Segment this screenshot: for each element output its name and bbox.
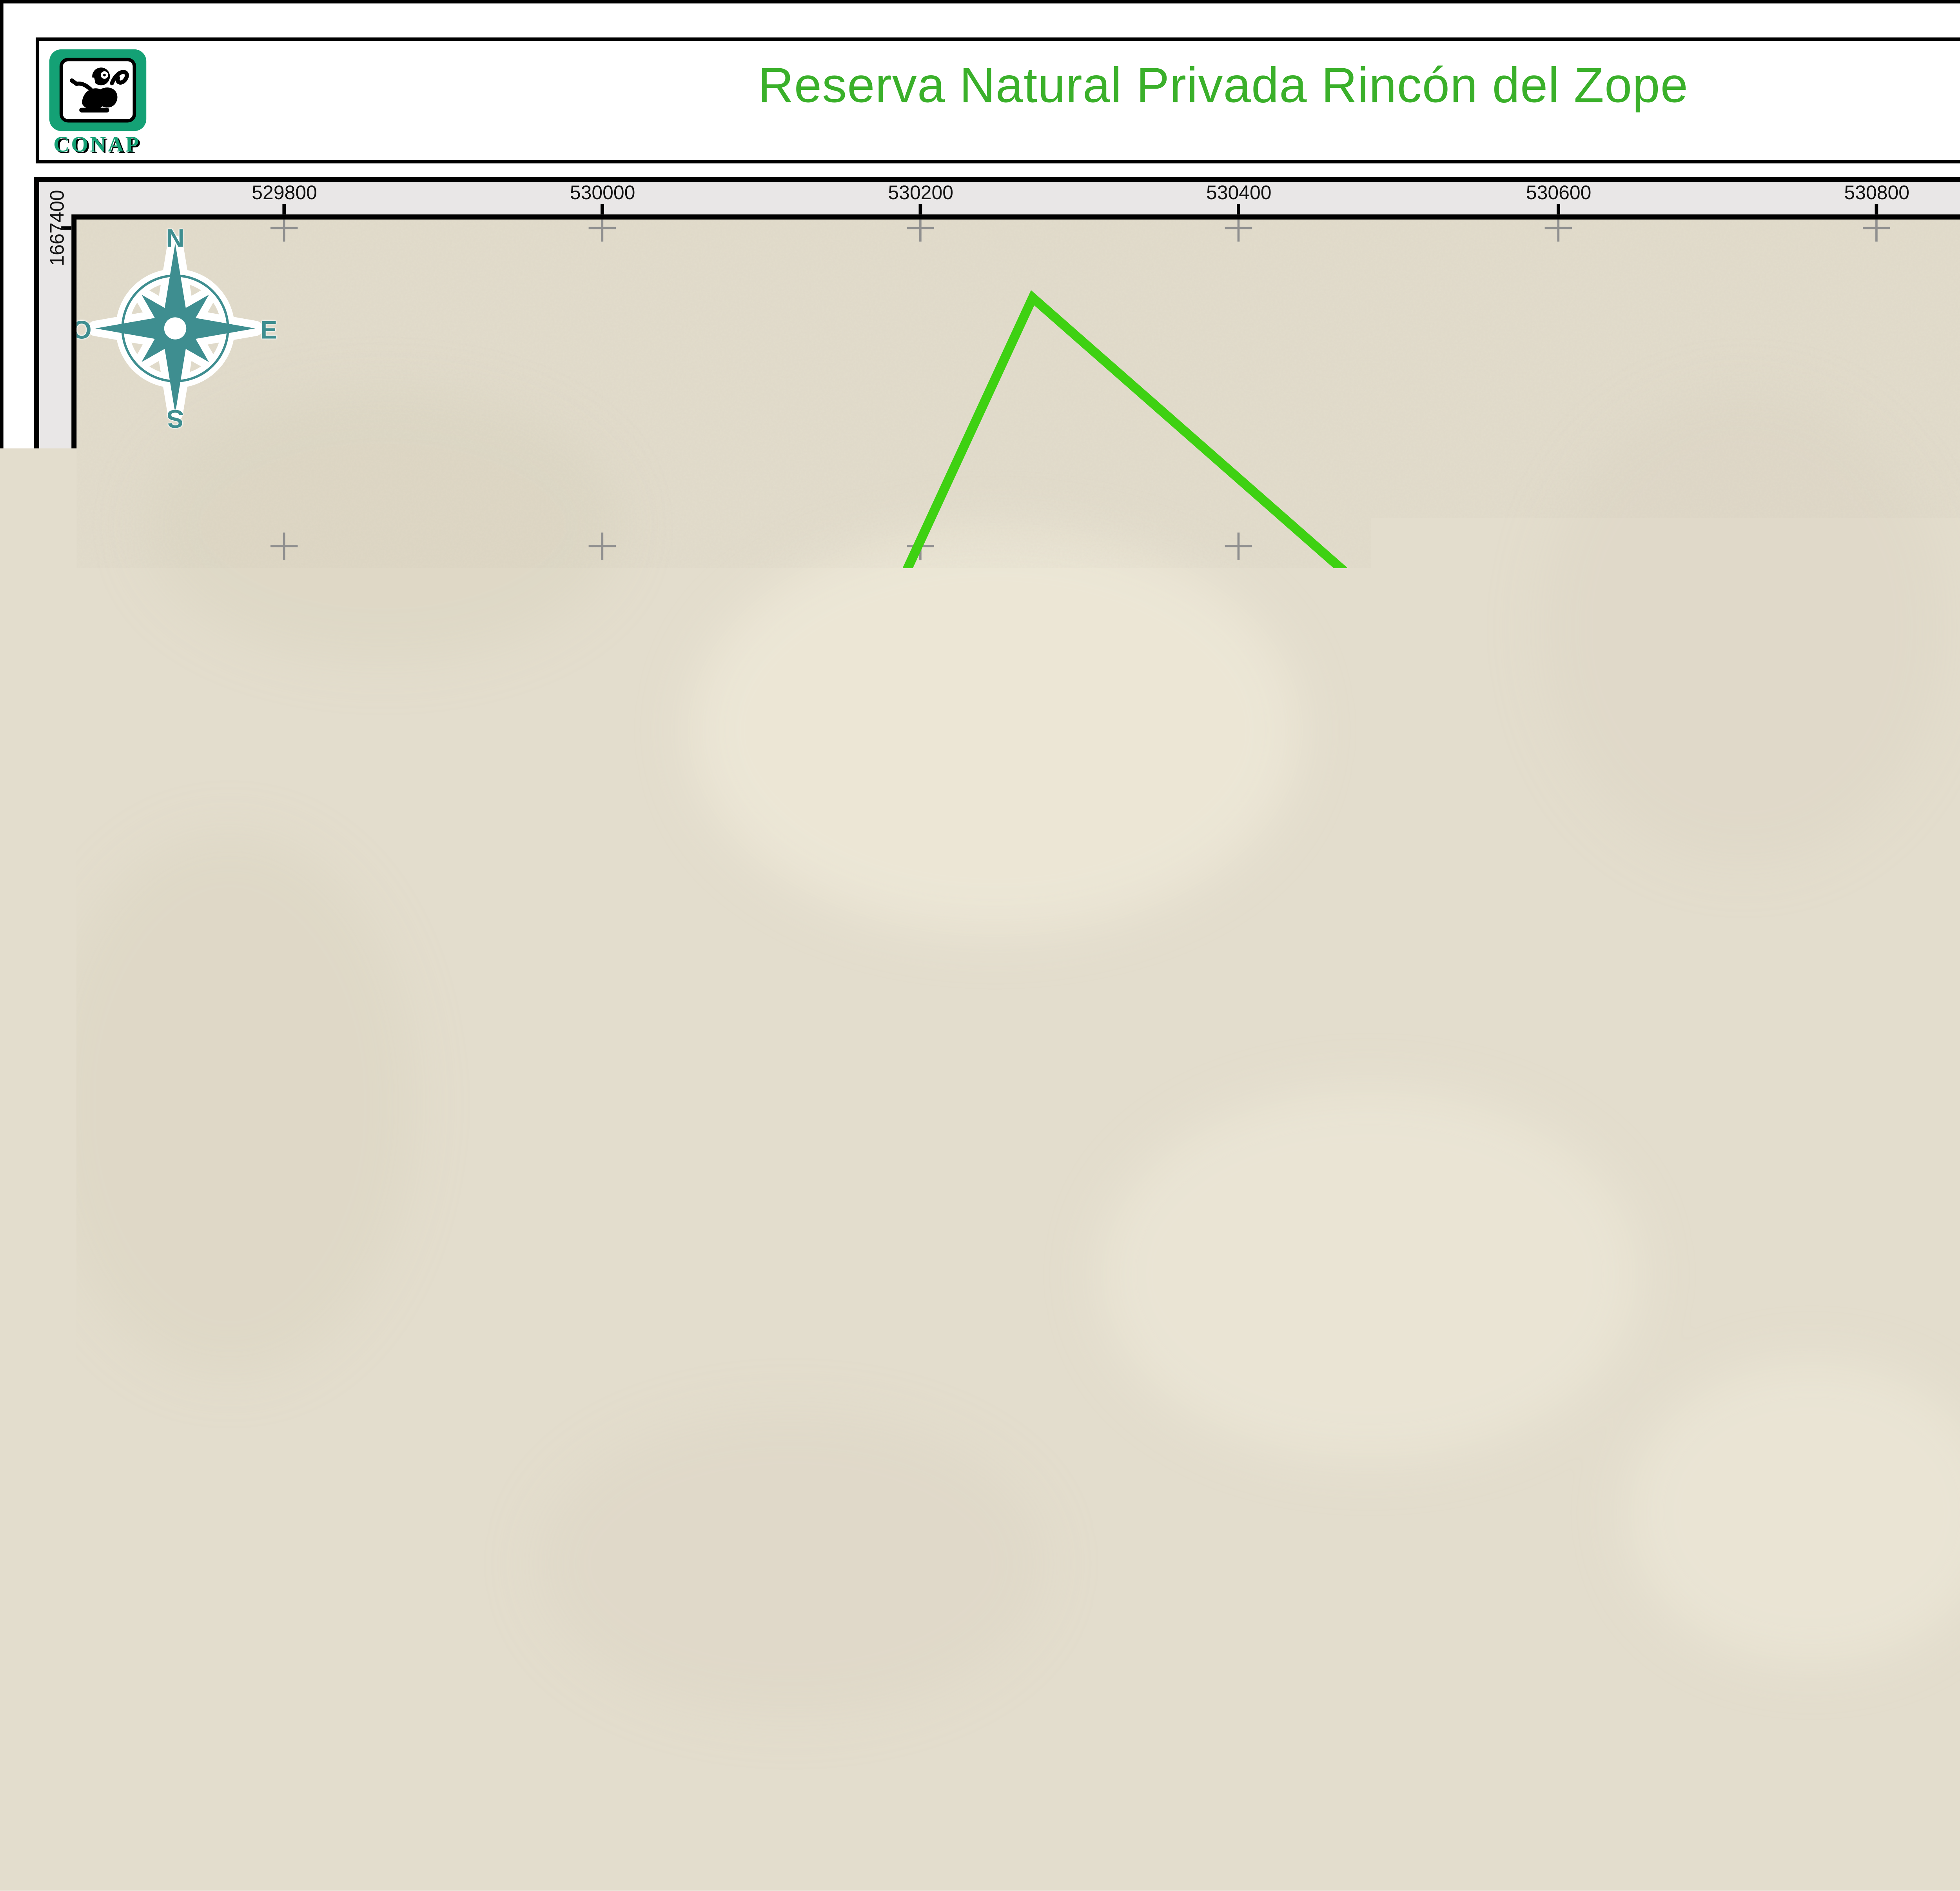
- department-name-label: BAJA VERAPAZ: [512, 1006, 1533, 1050]
- x-axis-label: 530600: [1526, 184, 1592, 204]
- x-axis-label: 530000: [570, 1844, 635, 1865]
- compass-e-label: E: [260, 316, 277, 344]
- x-axis-label: 530200: [888, 184, 953, 204]
- x-axis-label: 529800: [252, 184, 317, 204]
- conap-logo-text: CONAP: [42, 131, 152, 158]
- compass-o-label: O: [72, 316, 92, 344]
- axis-tick: [1237, 204, 1240, 214]
- y-axis-label: 1666800: [48, 1144, 69, 1221]
- axis-tick: [1557, 204, 1559, 214]
- map-document-page: CONAP Reserva Natural Privada Rincón del…: [0, 0, 1960, 1891]
- reserve-label-line: Natural: [937, 968, 1107, 1000]
- y-axis-label: 1667400: [48, 190, 69, 266]
- y-axis-label: 1666600: [48, 1463, 69, 1539]
- x-axis-label: 530600: [1526, 1844, 1592, 1865]
- x-axis-label: 530800: [1844, 1844, 1909, 1865]
- compass-s-label: S: [167, 405, 183, 433]
- compass-star: [95, 243, 255, 414]
- x-axis-label: 530400: [1206, 1844, 1272, 1865]
- y-axis-label: 1667000: [48, 826, 69, 902]
- x-axis-label: 530200: [888, 1844, 953, 1865]
- y-axis-label: 1667200: [48, 508, 69, 584]
- page-title: Reserva Natural Privada Rincón del Zope: [38, 60, 1960, 116]
- y-axis-label: 1666400: [48, 1781, 69, 1857]
- compass-rose: N E S O: [71, 220, 284, 438]
- header: CONAP Reserva Natural Privada Rincón del…: [35, 37, 1960, 162]
- axis-tick: [919, 204, 922, 214]
- axis-tick: [601, 204, 603, 214]
- axis-tick: [1875, 204, 1878, 214]
- x-axis-label: 530400: [1206, 184, 1272, 204]
- x-axis-label: 530800: [1844, 184, 1909, 204]
- reserve-label-line: Reserva: [937, 936, 1107, 968]
- x-axis-label: 529800: [252, 1844, 317, 1865]
- x-axis-label: 530000: [570, 184, 635, 204]
- map-canvas: N E S O Reserva Natural Privada Rincón d…: [71, 214, 1960, 1838]
- location-callout-line: [1956, 510, 1960, 698]
- reserve-label-line: Zope: [937, 1065, 1107, 1097]
- axis-tick: [282, 204, 285, 214]
- compass-n-label: N: [166, 223, 185, 252]
